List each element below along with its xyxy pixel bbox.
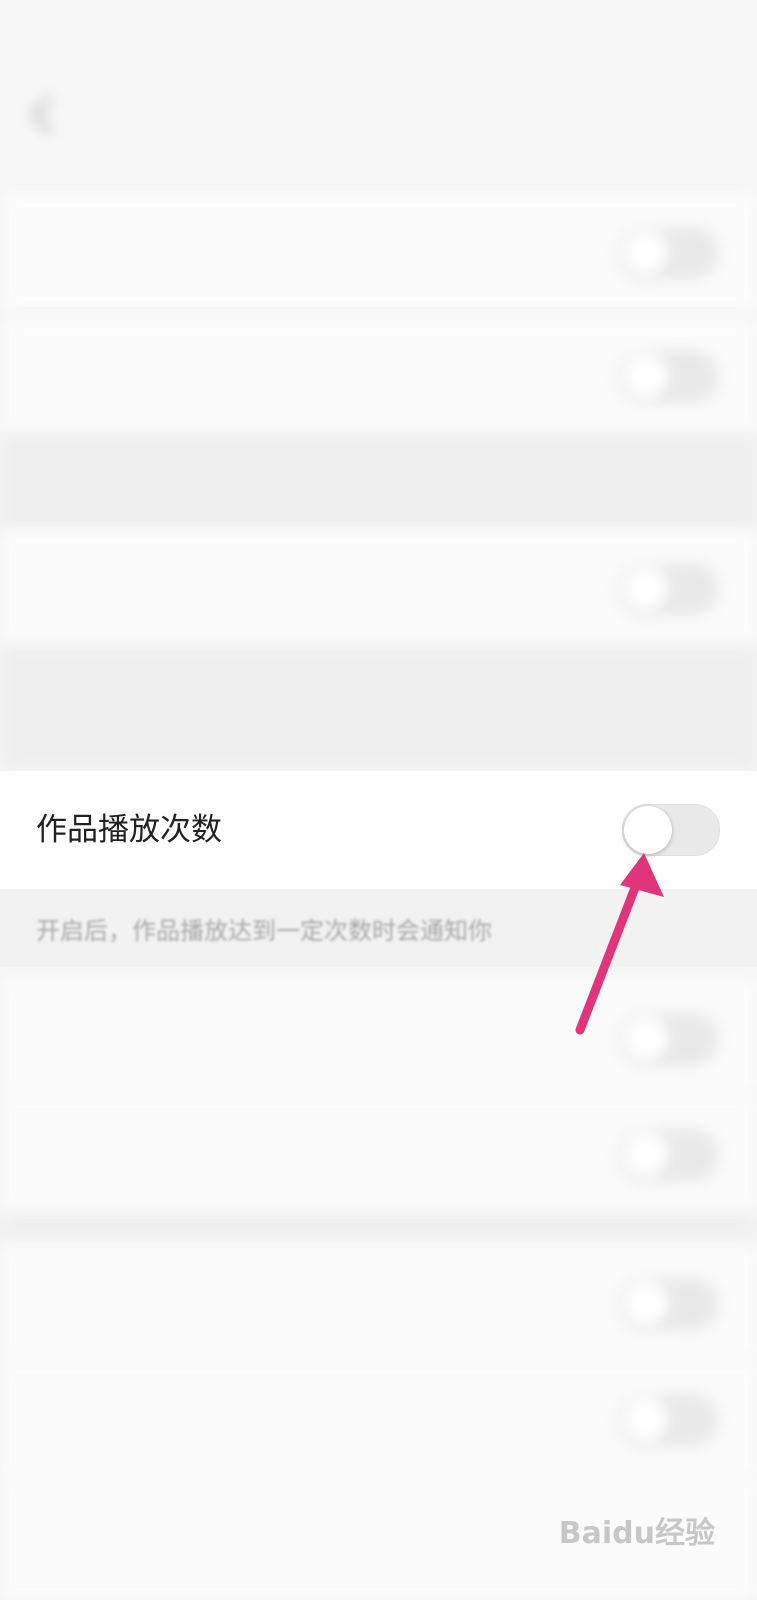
toggle-switch[interactable]: [620, 351, 718, 403]
settings-note-1: [0, 434, 757, 530]
toggle-switch[interactable]: [620, 563, 718, 615]
toggle-switch[interactable]: [620, 1394, 718, 1446]
settings-row-2[interactable]: [0, 318, 757, 434]
section-gap: [0, 1212, 757, 1240]
status-bar: [0, 0, 757, 64]
toggle-switch[interactable]: [620, 1129, 718, 1181]
play-count-label: 作品播放次数: [36, 812, 222, 848]
settings-row-6[interactable]: [0, 1245, 757, 1361]
chevron-left-icon[interactable]: [28, 94, 56, 136]
settings-row-3[interactable]: [0, 530, 757, 646]
toggle-switch[interactable]: [620, 227, 718, 279]
annotation-arrow-icon: [575, 853, 664, 1035]
baidu-watermark: Baidu经验: [558, 1516, 715, 1551]
settings-row-5[interactable]: [0, 1096, 757, 1212]
settings-row-1[interactable]: [0, 194, 757, 310]
settings-row-7[interactable]: [0, 1361, 757, 1477]
header: [0, 64, 757, 168]
toggle-switch[interactable]: [620, 1278, 718, 1330]
settings-note-2: [0, 646, 757, 771]
